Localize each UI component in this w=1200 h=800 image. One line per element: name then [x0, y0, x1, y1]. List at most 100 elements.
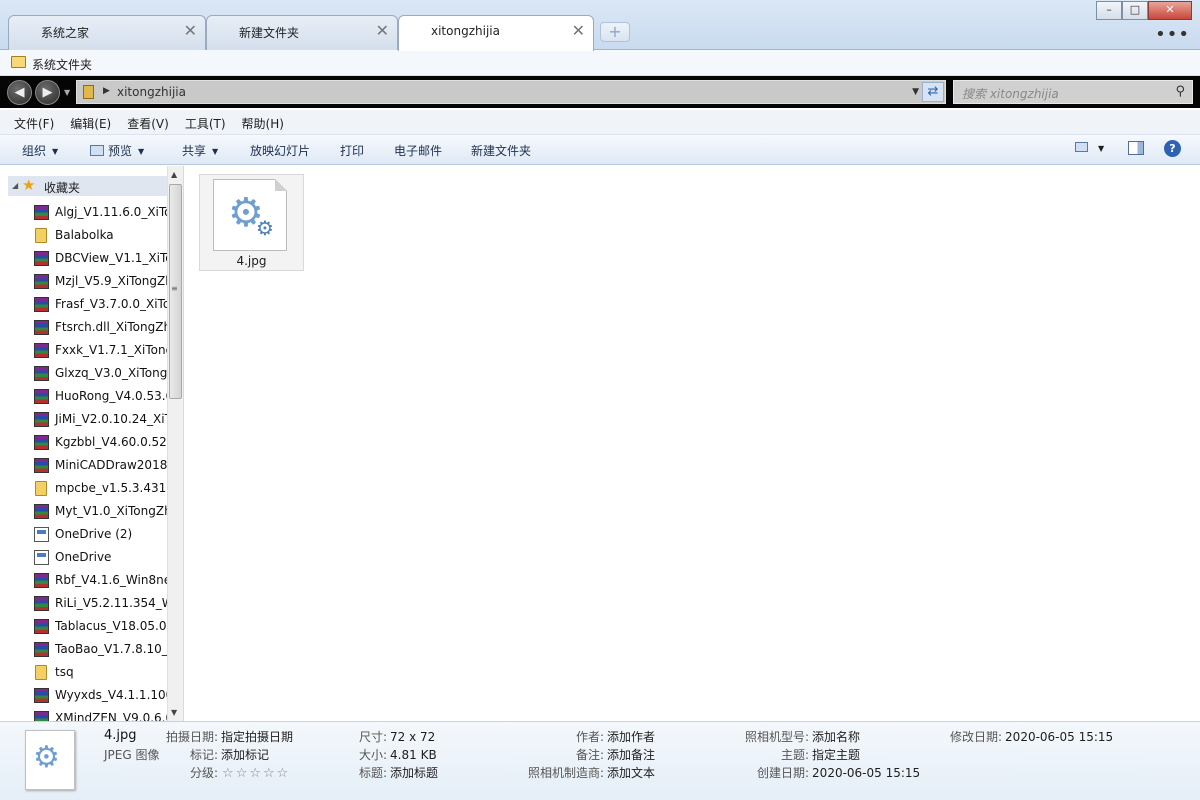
new-tab-button[interactable]: + — [600, 22, 630, 42]
search-icon[interactable]: ⚲ — [1175, 84, 1185, 99]
tab-xitongzhijia-cn[interactable]: 系统之家 ✕ — [8, 15, 206, 50]
refresh-icon[interactable]: ⇄ — [922, 82, 944, 102]
sidebar-item[interactable]: Myt_V1.0_XiTongZh — [0, 500, 168, 523]
organize-button[interactable]: 组织 ▼ — [22, 142, 58, 159]
favorites-header[interactable]: ◢ ★ 收藏夹 — [8, 176, 168, 196]
search-input[interactable]: 搜索 xitongzhijia — [962, 85, 1059, 102]
rating-stars[interactable]: ☆☆☆☆☆ — [222, 766, 290, 781]
sidebar-item[interactable]: XMindZEN_V9.0.6.0 — [0, 707, 168, 721]
help-icon[interactable]: ? — [1164, 140, 1181, 157]
prop-value[interactable]: 添加标记 — [221, 748, 269, 762]
back-button[interactable]: ◀ — [7, 80, 32, 105]
prop-value[interactable]: 指定主题 — [812, 748, 860, 762]
command-bar: 组织 ▼ 预览 ▼ 共享 ▼ 放映幻灯片 打印 电子邮件 新建文件夹 ▼ ? — [0, 135, 1200, 165]
prop-title: 标题: 添加标题 — [359, 764, 438, 781]
sidebar-item-label: Ftsrch.dll_XiTongZh — [55, 320, 168, 334]
sidebar-item[interactable]: OneDrive — [0, 546, 168, 569]
prop-tags: 标记: 添加标记 — [190, 746, 269, 763]
sidebar-item[interactable]: DBCView_V1.1_XiTo — [0, 247, 168, 270]
file-list-area[interactable]: ⚙ ⚙ 4.jpg — [185, 166, 1200, 721]
slideshow-button[interactable]: 放映幻灯片 — [250, 142, 310, 159]
search-box[interactable]: 搜索 xitongzhijia ⚲ — [953, 80, 1193, 104]
nav-scrollbar[interactable]: ▲ ≡ ▼ — [167, 166, 183, 721]
folder-bar-label[interactable]: 系统文件夹 — [32, 56, 92, 73]
sidebar-item[interactable]: mpcbe_v1.5.3.4312 — [0, 477, 168, 500]
sidebar-item[interactable]: Frasf_V3.7.0.0_XiTo — [0, 293, 168, 316]
sidebar-item[interactable]: Mzjl_V5.9_XiTongZh — [0, 270, 168, 293]
collapse-icon[interactable]: ◢ — [12, 181, 18, 190]
menu-bar: 文件(F) 编辑(E) 查看(V) 工具(T) 帮助(H) — [0, 110, 1200, 135]
sidebar-item[interactable]: Kgzbbl_V4.60.0.520 — [0, 431, 168, 454]
maximize-button[interactable]: □ — [1122, 1, 1148, 20]
sidebar-item[interactable]: Ftsrch.dll_XiTongZh — [0, 316, 168, 339]
print-button[interactable]: 打印 — [340, 142, 364, 159]
address-bar[interactable]: ▶ xitongzhijia ▼ — [76, 80, 946, 104]
folder-icon — [35, 481, 47, 496]
prop-key: 标题: — [359, 766, 388, 780]
close-tab-icon[interactable]: ✕ — [376, 21, 389, 40]
more-options-icon[interactable]: ••• — [1155, 24, 1190, 45]
prop-value[interactable]: 添加标题 — [390, 766, 438, 780]
prop-modified: 修改日期: 2020-06-05 15:15 — [950, 728, 1113, 745]
new-folder-button[interactable]: 新建文件夹 — [471, 142, 531, 159]
menu-tools[interactable]: 工具(T) — [180, 110, 231, 134]
prop-key: 备注: — [576, 748, 605, 762]
sidebar-item-label: RiLi_V5.2.11.354_Wi — [55, 596, 168, 610]
prop-value: 2020-06-05 15:15 — [1005, 730, 1114, 744]
sidebar-item[interactable]: TaoBao_V1.7.8.10_ — [0, 638, 168, 661]
sidebar-item[interactable]: HuoRong_V4.0.53.6 — [0, 385, 168, 408]
gear-icon: ⚙ — [33, 740, 60, 775]
sidebar-item-label: Frasf_V3.7.0.0_XiTo — [55, 297, 168, 311]
email-button[interactable]: 电子邮件 — [394, 142, 442, 159]
organize-label: 组织 — [22, 144, 47, 158]
share-button[interactable]: 共享 ▼ — [182, 142, 218, 159]
sidebar-item[interactable]: Algj_V1.11.6.0_XiTo — [0, 201, 168, 224]
prop-value[interactable]: 添加文本 — [607, 766, 655, 780]
preview-button[interactable]: 预览 ▼ — [90, 142, 144, 159]
address-path[interactable]: xitongzhijia — [117, 85, 186, 99]
chevron-down-icon: ▼ — [52, 147, 59, 156]
sidebar-item[interactable]: RiLi_V5.2.11.354_Wi — [0, 592, 168, 615]
menu-view[interactable]: 查看(V) — [122, 110, 174, 134]
prop-value[interactable]: 添加备注 — [607, 748, 655, 762]
forward-button[interactable]: ▶ — [35, 80, 60, 105]
prop-value[interactable]: 添加作者 — [607, 730, 655, 744]
folder-icon — [11, 56, 26, 68]
scroll-up-icon[interactable]: ▲ — [171, 170, 177, 179]
prop-value: 72 x 72 — [390, 730, 436, 744]
menu-file[interactable]: 文件(F) — [9, 110, 59, 134]
rar-icon — [34, 458, 49, 473]
prop-value[interactable]: 指定拍摄日期 — [221, 730, 293, 744]
sidebar-item[interactable]: OneDrive (2) — [0, 523, 168, 546]
sidebar-item-label: HuoRong_V4.0.53.6 — [55, 389, 168, 403]
minimize-button[interactable]: – — [1096, 1, 1122, 20]
sidebar-item[interactable]: Rbf_V4.1.6_Win8net — [0, 569, 168, 592]
close-tab-icon[interactable]: ✕ — [184, 21, 197, 40]
close-window-button[interactable]: ✕ — [1148, 1, 1192, 20]
file-item[interactable]: ⚙ ⚙ 4.jpg — [199, 174, 304, 271]
folder-icon — [35, 665, 47, 680]
tab-xitongzhijia[interactable]: xitongzhijia ✕ — [398, 15, 594, 51]
close-tab-icon[interactable]: ✕ — [572, 21, 585, 40]
sidebar-item[interactable]: JiMi_V2.0.10.24_XiT — [0, 408, 168, 431]
sidebar-item[interactable]: Balabolka — [0, 224, 168, 247]
prop-value: 4.81 KB — [390, 748, 437, 762]
sidebar-item[interactable]: Fxxk_V1.7.1_XiTong — [0, 339, 168, 362]
sidebar-item[interactable]: tsq — [0, 661, 168, 684]
prop-value[interactable]: 添加名称 — [812, 730, 860, 744]
view-options-button[interactable]: ▼ — [1075, 141, 1104, 155]
sidebar-item[interactable]: Glxzq_V3.0_XiTong — [0, 362, 168, 385]
menu-edit[interactable]: 编辑(E) — [65, 110, 116, 134]
sidebar-item[interactable]: MiniCADDraw2018 — [0, 454, 168, 477]
tab-new-folder[interactable]: 新建文件夹 ✕ — [206, 15, 398, 50]
recent-pages-dropdown-icon[interactable]: ▼ — [64, 88, 70, 97]
navigation-bar: ◀ ▶ ▼ ▶ xitongzhijia ▼ ⇄ 搜索 xitongzhijia… — [0, 76, 1200, 108]
address-dropdown-icon[interactable]: ▼ — [912, 87, 919, 97]
sidebar-item[interactable]: Wyyxds_V4.1.1.100 — [0, 684, 168, 707]
rar-icon — [34, 205, 49, 220]
scroll-down-icon[interactable]: ▼ — [171, 708, 177, 717]
preview-pane-icon[interactable] — [1128, 141, 1144, 158]
breadcrumb-arrow-icon[interactable]: ▶ — [103, 86, 110, 96]
sidebar-item[interactable]: Tablacus_V18.05.01 — [0, 615, 168, 638]
menu-help[interactable]: 帮助(H) — [237, 110, 289, 134]
